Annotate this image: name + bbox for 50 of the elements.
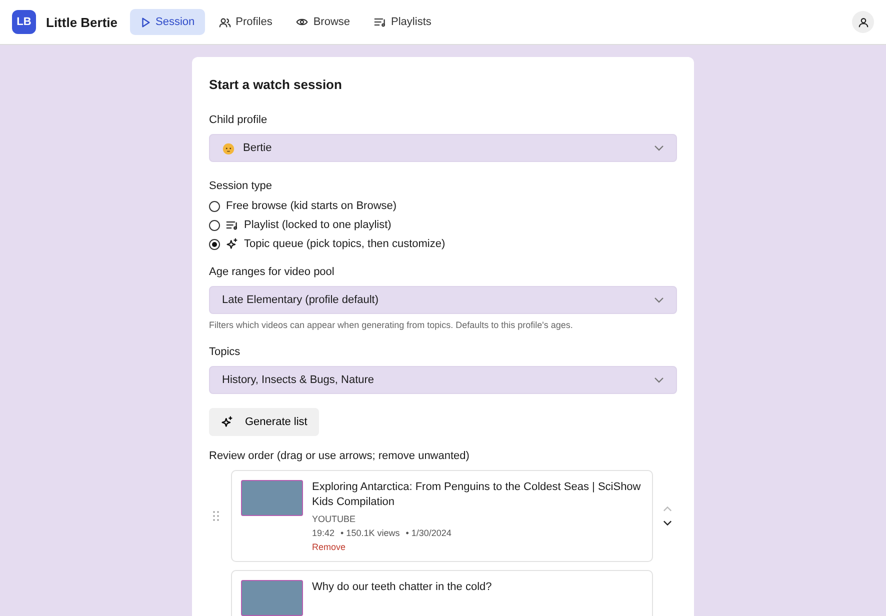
- field-label: Session type: [209, 180, 273, 192]
- nav-tab[interactable]: Browse: [286, 9, 360, 35]
- video-card[interactable]: Exploring Antarctica: From Penguins to the Coldest Seas | SciShow Kids Compilation YOUTUBE 19:42 • 150.1K views • 1/30/2024 Remove: [231, 470, 653, 562]
- field-label: Age ranges for video pool: [209, 266, 336, 278]
- helper-text: Filters which videos can appear when generating from topics. Defaults to this profile's ages.: [209, 320, 574, 330]
- play-icon: [140, 16, 151, 28]
- option-label: Free browse (kid starts on Browse): [226, 200, 397, 212]
- video-card[interactable]: Why do our teeth chatter in the cold?: [231, 570, 653, 616]
- photo-placeholder: [241, 580, 303, 616]
- radio-option[interactable]: Playlist (locked to one playlist): [209, 219, 677, 231]
- radio-button[interactable]: [209, 200, 220, 212]
- app-name: Little Bertie: [46, 14, 118, 30]
- option-label: Topic queue (pick topics, then customize): [244, 238, 446, 250]
- option-label: Playlist (locked to one playlist): [244, 219, 392, 231]
- photo-placeholder: [241, 480, 303, 516]
- upload-date: • 1/30/2024: [406, 528, 452, 538]
- baby-face-icon: [222, 142, 235, 154]
- chevron-down-icon: [654, 145, 664, 151]
- people-icon: [218, 16, 231, 28]
- dropdown-field[interactable]: Bertie: [209, 134, 677, 162]
- chevron-down-icon: [654, 297, 664, 303]
- sparkles-icon: [226, 238, 238, 250]
- form-title: Start a watch session: [209, 77, 343, 92]
- view-count: • 150.1K views: [340, 528, 400, 538]
- video-duration: 19:42: [312, 528, 335, 538]
- radio-option[interactable]: Topic queue (pick topics, then customize): [209, 238, 677, 250]
- remove-link[interactable]: Remove: [312, 542, 643, 552]
- field-label: Review order (drag or use arrows; remove unwanted): [209, 450, 470, 462]
- eye-icon: [296, 17, 308, 27]
- radio-option[interactable]: Free browse (kid starts on Browse): [209, 200, 677, 212]
- user-icon[interactable]: [852, 11, 874, 33]
- drag-handle-icon[interactable]: [213, 511, 221, 521]
- playlist-icon: [226, 220, 238, 230]
- video-title: Exploring Antarctica: From Penguins to the Coldest Seas | SciShow Kids Compilation: [312, 480, 642, 510]
- dropdown-field[interactable]: History, Insects & Bugs, Nature: [209, 366, 677, 394]
- video-title: Why do our teeth chatter in the cold?: [312, 580, 492, 595]
- sparkles-icon: [221, 416, 233, 428]
- radio-button[interactable]: [209, 238, 220, 250]
- generate-list-button[interactable]: Generate list: [209, 408, 320, 436]
- field-label: Topics: [209, 346, 242, 358]
- nav-tab[interactable]: Session: [130, 9, 205, 35]
- radio-button[interactable]: [209, 220, 220, 230]
- nav-tab[interactable]: Profiles: [208, 9, 282, 35]
- chevron-down-icon: [654, 377, 664, 383]
- playlist-icon: [374, 17, 386, 27]
- dropdown-field[interactable]: Late Elementary (profile default): [209, 286, 677, 314]
- field-label: Child profile: [209, 114, 268, 126]
- video-source: YOUTUBE: [312, 514, 357, 524]
- nav-tab[interactable]: Playlists: [364, 9, 442, 35]
- app-logo: LB: [12, 10, 36, 34]
